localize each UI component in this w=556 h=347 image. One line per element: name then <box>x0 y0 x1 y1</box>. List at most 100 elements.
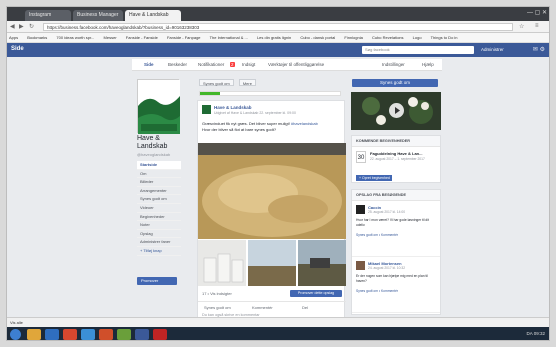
nav-publishing-tools[interactable]: Værktøjer til offentliggørelse <box>268 62 324 67</box>
facebook-top-bar: Side Søg facebook Administrer ✉ ⚙ <box>7 43 549 57</box>
window-controls[interactable]: — ▢ ✕ <box>527 9 547 16</box>
visitor-posts-title: OPSLAG FRA BESØGENDE <box>352 190 440 201</box>
bookmark-item[interactable]: Apps <box>9 35 18 40</box>
boost-post-button[interactable]: Promover dette opslag <box>290 290 342 297</box>
taskbar-powerpoint-icon[interactable] <box>99 329 113 340</box>
menu-item-videos[interactable]: Videoer <box>137 204 181 213</box>
taskbar-app-icon[interactable] <box>135 329 149 340</box>
nav-settings[interactable]: Indstillinger <box>382 62 405 67</box>
post-text-line2: Hvor der bliver så flot at bare synes go… <box>202 127 277 132</box>
menu-icon[interactable]: ≡ <box>535 23 539 29</box>
bookmark-item[interactable]: Les din gratis lignin <box>257 35 291 40</box>
page-nav: Side Beskeder Notifikationer 2 Indsigt V… <box>132 59 442 71</box>
bookmark-item[interactable]: Things to Do in <box>431 35 458 40</box>
fb-notification-icons[interactable]: ✉ ⚙ <box>533 46 545 53</box>
browser-tab-business-manager[interactable]: Business Manager <box>73 10 123 21</box>
menu-item-about[interactable]: Om <box>137 170 181 179</box>
visitor-meta: 25. august 2017 kl. 14:00 <box>368 210 406 214</box>
nav-side[interactable]: Side <box>144 62 154 67</box>
menu-item-photos[interactable]: Billeder <box>137 178 181 187</box>
bookmark-item[interactable]: Fanside - Fanpage <box>167 35 201 40</box>
visitor-avatar[interactable] <box>356 261 365 270</box>
post-text-line1: Græsvinduet fik nyt græs. Det bliver sup… <box>202 121 290 126</box>
post-share-button[interactable]: Del <box>302 305 308 310</box>
nav-messages[interactable]: Beskeder <box>168 62 187 67</box>
fb-user-menu[interactable]: Administrer <box>481 47 504 52</box>
start-button[interactable] <box>10 329 21 340</box>
nav-help[interactable]: Hjælp <box>422 62 434 67</box>
page-profile-picture[interactable] <box>137 79 180 134</box>
menu-item-events[interactable]: Arrangementer <box>137 187 181 196</box>
page-like-button[interactable]: Synes godt om <box>352 79 438 87</box>
system-tray[interactable]: DA 09:32 <box>526 331 545 336</box>
page-left-menu: Startside Om Billeder Arrangementer Syne… <box>137 161 181 256</box>
calendar-icon: 30 <box>356 151 366 163</box>
menu-item-notes[interactable]: Noter <box>137 221 181 230</box>
visitor-avatar[interactable] <box>356 205 365 214</box>
post-author-avatar[interactable] <box>202 105 211 114</box>
taskbar-ie-icon[interactable] <box>45 329 59 340</box>
bookmark-item[interactable]: Cubo - dansk portal <box>300 35 335 40</box>
post-author-name[interactable]: Have & Landskab <box>214 105 252 110</box>
url-input[interactable]: https://business.facebook.com/haveogland… <box>43 23 513 31</box>
post-photo-thumbnails[interactable] <box>198 240 346 286</box>
bookmark-item[interactable]: 700 ideas worth spr... <box>56 35 94 40</box>
bookmark-item[interactable]: Messer <box>104 35 117 40</box>
menu-item-likes[interactable]: Synes godt om <box>137 195 181 204</box>
visitor-meta: 24. august 2017 kl. 10:32 <box>368 266 406 270</box>
upcoming-events-box: KOMMENDE BEGIVENHEDER 30 Faguddelning Ha… <box>351 135 441 183</box>
post-text: Græsvinduet fik nyt græs. Det bliver sup… <box>202 121 342 133</box>
bookmark-item[interactable]: Finnlognia <box>344 35 362 40</box>
post-main-photo[interactable] <box>198 143 346 239</box>
event-title[interactable]: Faguddelning Have & Lan... <box>370 151 422 156</box>
post-reactions[interactable]: 17 • Vis indsigter <box>202 291 232 296</box>
menu-item-posts[interactable]: Opslag <box>137 230 181 239</box>
windows-taskbar: DA 09:32 <box>7 327 549 340</box>
back-icon[interactable]: ◀ <box>10 23 15 30</box>
post-action-bar: Synes godt om Kommentér Del <box>198 301 346 311</box>
visitor-actions[interactable]: Synes godt om • Kommentér <box>356 289 398 293</box>
bookmark-item[interactable]: Logo <box>413 35 422 40</box>
forward-icon[interactable]: ▶ <box>19 23 24 30</box>
screenshot-frame: Instagram Business Manager Have & Landsk… <box>6 6 550 341</box>
bookmark-item[interactable]: Fanside - Fanside <box>126 35 158 40</box>
browser-tab-instagram[interactable]: Instagram <box>25 10 71 21</box>
page-name[interactable]: Have & Landskab <box>137 135 187 151</box>
post-like-button[interactable]: Synes godt om <box>204 305 231 310</box>
fb-search-input[interactable]: Søg facebook <box>362 46 474 54</box>
post-hashtag-link[interactable]: #havelandskab <box>291 121 318 126</box>
like-page-button[interactable]: Synes godt om <box>199 79 234 86</box>
notification-badge: 2 <box>230 62 235 67</box>
taskbar-word-icon[interactable] <box>81 329 95 340</box>
bookmark-item[interactable]: The International & ... <box>210 35 248 40</box>
star-icon[interactable]: ☆ <box>519 23 524 30</box>
reload-icon[interactable]: ↻ <box>29 23 34 30</box>
visitor-posts-box: OPSLAG FRA BESØGENDE Caccin 25. august 2… <box>351 189 441 315</box>
visitor-text: Hvor har I mon været? Vi har gode løsnin… <box>356 218 429 227</box>
add-button-link[interactable]: + Tilføj knap <box>137 247 181 256</box>
taskbar-app-icon[interactable] <box>153 329 167 340</box>
page-handle[interactable]: @haveoglandskab <box>137 152 170 157</box>
menu-item-happenings[interactable]: Begivenheder <box>137 213 181 222</box>
nav-notifications[interactable]: Notifikationer <box>198 62 224 67</box>
fb-section-label[interactable]: Side <box>11 46 24 52</box>
nav-insights[interactable]: Indsigt <box>242 62 255 67</box>
bookmark-item[interactable]: Cubo Revelations <box>372 35 404 40</box>
event-meta: 22. august 2017 – 1. september 2017 <box>370 157 425 161</box>
page-video[interactable] <box>351 92 441 130</box>
bookmark-item[interactable]: Bookmarks <box>27 35 47 40</box>
post-comment-button[interactable]: Kommentér <box>252 305 273 310</box>
taskbar-chrome-icon[interactable] <box>63 329 77 340</box>
taskbar-explorer-icon[interactable] <box>27 329 41 340</box>
more-button[interactable]: Mere <box>238 79 256 86</box>
taskbar-excel-icon[interactable] <box>117 329 131 340</box>
add-event-button[interactable]: + Opret begivenhed <box>356 175 392 181</box>
visitor-actions[interactable]: Synes godt om • Kommentér <box>356 233 398 237</box>
event-item[interactable]: 30 Faguddelning Have & Lan... 22. august… <box>352 147 440 173</box>
menu-item-manage-tabs[interactable]: Administrer faner <box>137 238 181 247</box>
play-icon[interactable] <box>389 103 404 118</box>
promote-button[interactable]: Promover <box>137 277 177 285</box>
browser-tab-strip: Instagram Business Manager Have & Landsk… <box>7 7 549 21</box>
browser-tab-have-landskab[interactable]: Have & Landskab <box>125 10 181 21</box>
menu-item-home[interactable]: Startside <box>137 161 181 170</box>
